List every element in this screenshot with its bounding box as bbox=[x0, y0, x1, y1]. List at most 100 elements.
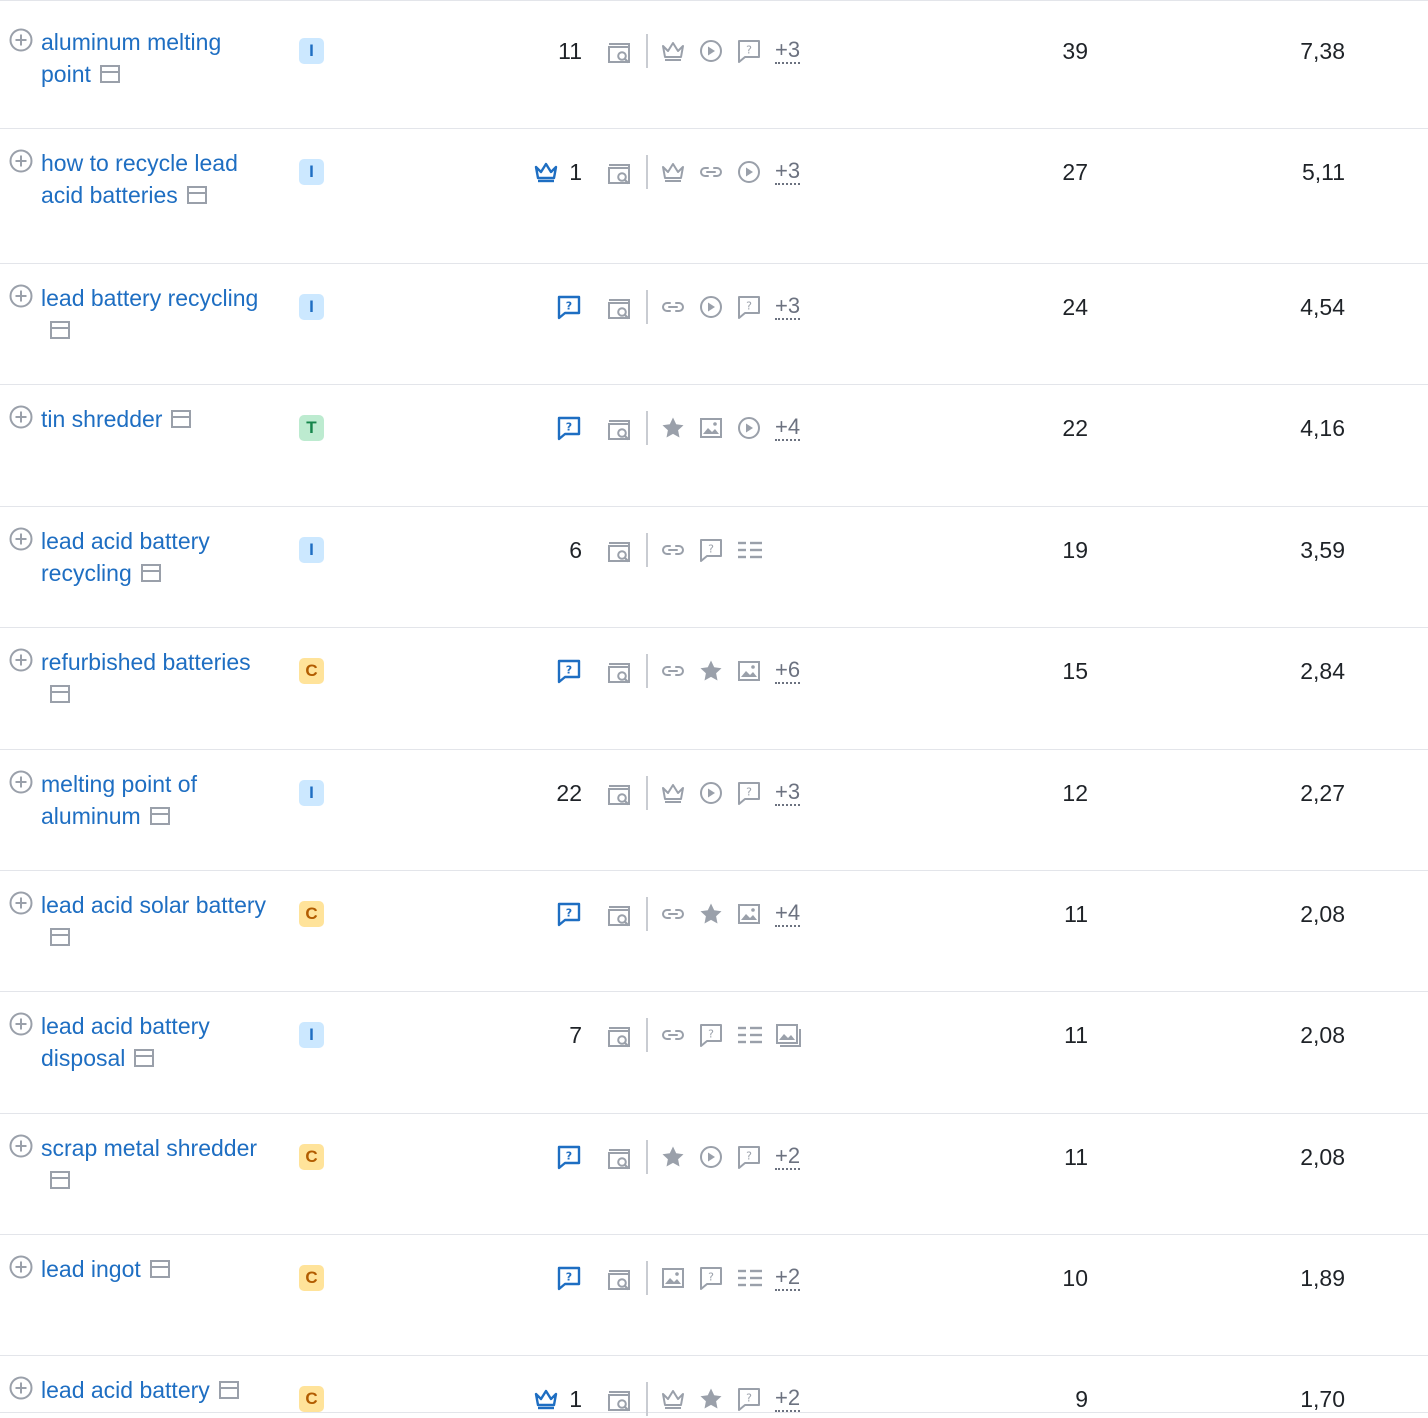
serp-snapshot-icon[interactable] bbox=[186, 185, 208, 205]
add-keyword-button[interactable] bbox=[9, 527, 33, 551]
serp-features: +6 bbox=[660, 657, 801, 685]
view-serp-icon[interactable] bbox=[606, 41, 634, 65]
intent-badge: T bbox=[299, 415, 324, 441]
position-cell: ? bbox=[556, 1265, 582, 1291]
serp-snapshot-icon[interactable] bbox=[170, 409, 192, 429]
table-row: refurbished batteries C ? +6 15 2,84 bbox=[0, 628, 1428, 750]
serp-features: +4 bbox=[660, 900, 801, 928]
add-keyword-button[interactable] bbox=[9, 1012, 33, 1036]
svg-text:?: ? bbox=[746, 44, 752, 57]
video-icon bbox=[698, 37, 736, 65]
keyword-link[interactable]: lead acid solar battery bbox=[41, 892, 266, 918]
serp-snapshot-icon[interactable] bbox=[49, 684, 71, 704]
keyword-cell: tin shredder bbox=[41, 403, 271, 435]
more-features-link[interactable]: +2 bbox=[775, 1144, 801, 1170]
serp-snapshot-icon[interactable] bbox=[140, 563, 162, 583]
keyword-link[interactable]: tin shredder bbox=[41, 406, 162, 432]
serp-features: ? +2 bbox=[660, 1264, 801, 1292]
view-serp-icon[interactable] bbox=[606, 297, 634, 321]
view-serp-icon[interactable] bbox=[606, 162, 634, 186]
view-serp-icon[interactable] bbox=[606, 904, 634, 928]
view-serp-icon[interactable] bbox=[606, 540, 634, 564]
serp-snapshot-icon[interactable] bbox=[149, 1259, 171, 1279]
link-icon bbox=[660, 293, 698, 321]
intent-badge: I bbox=[299, 159, 324, 185]
add-keyword-button[interactable] bbox=[9, 28, 33, 52]
image-icon bbox=[736, 657, 774, 685]
list-icon bbox=[736, 1021, 774, 1049]
keyword-link[interactable]: lead ingot bbox=[41, 1256, 141, 1282]
svg-text:?: ? bbox=[566, 300, 572, 313]
more-features-link[interactable]: +2 bbox=[775, 1265, 801, 1291]
divider bbox=[646, 290, 648, 324]
add-keyword-button[interactable] bbox=[9, 284, 33, 308]
add-keyword-button[interactable] bbox=[9, 891, 33, 915]
view-serp-icon[interactable] bbox=[606, 1025, 634, 1049]
keyword-link[interactable]: aluminum melting point bbox=[41, 29, 221, 87]
divider bbox=[646, 654, 648, 688]
image-icon bbox=[660, 1264, 698, 1292]
question-icon: ? bbox=[556, 294, 582, 320]
svg-text:?: ? bbox=[566, 664, 572, 677]
position-cell: ? bbox=[556, 415, 582, 441]
metric-2-value: 2,08 bbox=[1300, 1022, 1345, 1048]
star-icon bbox=[660, 414, 698, 442]
position-value: 22 bbox=[556, 779, 582, 806]
svg-text:?: ? bbox=[708, 1271, 714, 1284]
keyword-cell: lead acid battery disposal bbox=[41, 1010, 271, 1074]
add-keyword-button[interactable] bbox=[9, 770, 33, 794]
keyword-link[interactable]: lead battery recycling bbox=[41, 285, 258, 311]
link-icon bbox=[698, 158, 736, 186]
view-serp-icon[interactable] bbox=[606, 661, 634, 685]
add-keyword-button[interactable] bbox=[9, 1376, 33, 1400]
serp-snapshot-icon[interactable] bbox=[49, 1170, 71, 1190]
add-keyword-button[interactable] bbox=[9, 149, 33, 173]
metric-1-value: 9 bbox=[1075, 1386, 1088, 1412]
svg-text:?: ? bbox=[708, 543, 714, 556]
view-serp-icon[interactable] bbox=[606, 1268, 634, 1292]
intent-badge: I bbox=[299, 780, 324, 806]
add-keyword-button[interactable] bbox=[9, 648, 33, 672]
view-serp-icon[interactable] bbox=[606, 783, 634, 807]
more-features-link[interactable]: +2 bbox=[775, 1386, 801, 1412]
more-features-link[interactable]: +3 bbox=[775, 159, 801, 185]
view-serp-icon[interactable] bbox=[606, 1389, 634, 1413]
serp-snapshot-icon[interactable] bbox=[99, 64, 121, 84]
table-row: lead acid battery disposal I 7 ? 11 2,08 bbox=[0, 992, 1428, 1114]
add-keyword-button[interactable] bbox=[9, 405, 33, 429]
image-icon bbox=[736, 900, 774, 928]
serp-snapshot-icon[interactable] bbox=[49, 927, 71, 947]
keyword-link[interactable]: melting point of aluminum bbox=[41, 771, 197, 829]
more-features-link[interactable]: +6 bbox=[775, 658, 801, 684]
keyword-link[interactable]: lead acid battery recycling bbox=[41, 528, 210, 586]
serp-snapshot-icon[interactable] bbox=[49, 320, 71, 340]
keyword-link[interactable]: how to recycle lead acid batteries bbox=[41, 150, 238, 208]
metric-2-value: 3,59 bbox=[1300, 537, 1345, 563]
video-icon bbox=[698, 779, 736, 807]
svg-text:?: ? bbox=[566, 1271, 572, 1284]
add-keyword-button[interactable] bbox=[9, 1255, 33, 1279]
keyword-link[interactable]: lead acid battery bbox=[41, 1377, 210, 1403]
table-row: lead ingot C ? ? +2 10 1,89 bbox=[0, 1235, 1428, 1356]
serp-snapshot-icon[interactable] bbox=[218, 1380, 240, 1400]
serp-snapshot-icon[interactable] bbox=[133, 1048, 155, 1068]
keyword-link[interactable]: scrap metal shredder bbox=[41, 1135, 257, 1161]
view-serp-icon[interactable] bbox=[606, 418, 634, 442]
serp-snapshot-icon[interactable] bbox=[149, 806, 171, 826]
list-icon bbox=[736, 1264, 774, 1292]
divider bbox=[646, 897, 648, 931]
more-features-link[interactable]: +4 bbox=[775, 901, 801, 927]
keyword-link[interactable]: refurbished batteries bbox=[41, 649, 251, 675]
view-serp-icon[interactable] bbox=[606, 1147, 634, 1171]
divider bbox=[646, 776, 648, 810]
metric-1-value: 11 bbox=[1064, 1144, 1088, 1170]
serp-features: ? +3 bbox=[660, 293, 801, 321]
position-cell: 6 bbox=[569, 537, 582, 563]
add-keyword-button[interactable] bbox=[9, 1134, 33, 1158]
keyword-link[interactable]: lead acid battery disposal bbox=[41, 1013, 210, 1071]
more-features-link[interactable]: +3 bbox=[775, 780, 801, 806]
svg-text:?: ? bbox=[566, 907, 572, 920]
more-features-link[interactable]: +3 bbox=[775, 294, 801, 320]
more-features-link[interactable]: +3 bbox=[775, 38, 801, 64]
more-features-link[interactable]: +4 bbox=[775, 415, 801, 441]
